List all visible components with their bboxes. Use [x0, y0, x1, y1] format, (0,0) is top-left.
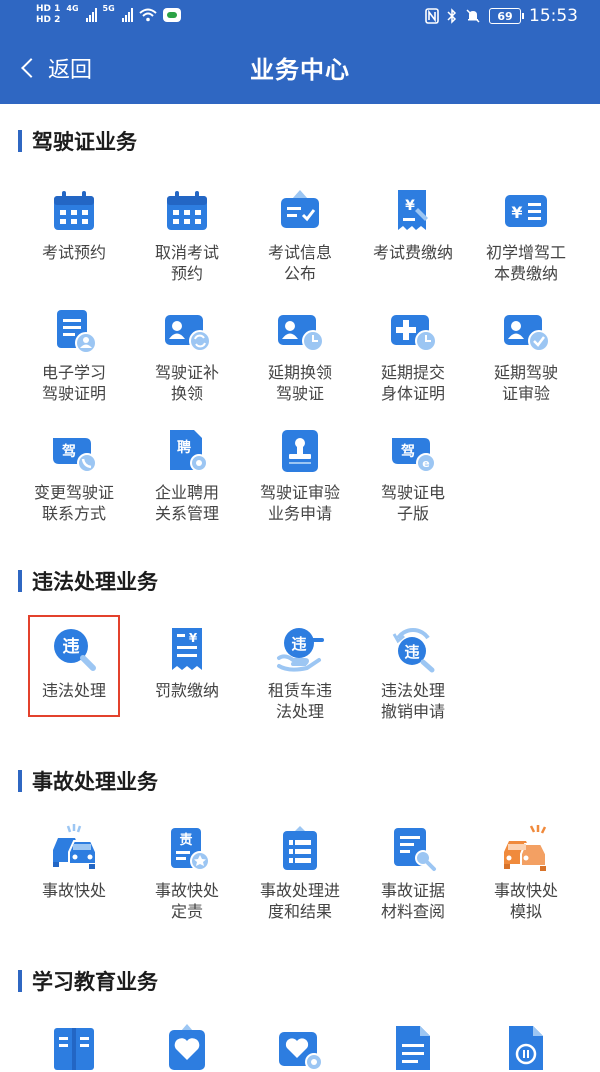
- item-exam-info[interactable]: 考试信息 公布: [244, 186, 356, 284]
- section-title-violation: 违法处理业务: [18, 566, 158, 596]
- document-pause-icon: [501, 1022, 551, 1072]
- calendar-icon: [49, 186, 99, 236]
- status-bar: HD 1 HD 2 4G 5G 69 15:53: [0, 0, 600, 36]
- item-e-learning-proof[interactable]: 电子学习 驾驶证明: [18, 306, 130, 404]
- item-quick-accident[interactable]: 事故快处: [18, 824, 130, 901]
- section-title-accident: 事故处理业务: [18, 766, 158, 796]
- document-user-icon: [49, 306, 99, 356]
- receipt-yuan-icon: [388, 186, 438, 236]
- signal-icon: [121, 8, 133, 22]
- section-title-education: 学习教育业务: [18, 966, 158, 996]
- item-delay-renewal[interactable]: 延期换领 驾驶证: [244, 306, 356, 404]
- item-exam-booking[interactable]: 考试预约: [18, 186, 130, 263]
- item-exam-fee[interactable]: 考试费缴纳: [357, 186, 469, 263]
- hd-indicator: HD 1 HD 2: [36, 4, 61, 25]
- progress-list-icon: [275, 824, 325, 874]
- item-electronic-license[interactable]: 驾驶证电 子版: [357, 426, 469, 524]
- clock: 15:53: [529, 6, 578, 26]
- section-title-license: 驾驶证业务: [18, 126, 137, 156]
- id-card-check-icon: [501, 306, 551, 356]
- item-education-4[interactable]: [357, 1022, 469, 1072]
- mute-bell-icon: [466, 9, 480, 23]
- violation-search-icon: [49, 624, 99, 674]
- item-change-contact[interactable]: 变更驾驶证 联系方式: [18, 426, 130, 524]
- item-cancel-exam[interactable]: 取消考试 预约: [131, 186, 243, 284]
- signal-icon: [85, 8, 97, 22]
- stamp-document-icon: [275, 426, 325, 476]
- document-lines-icon: [388, 1022, 438, 1072]
- heart-badge-icon: [162, 1022, 212, 1072]
- header: HD 1 HD 2 4G 5G 69 15:53 返回 业务中心: [0, 0, 600, 104]
- item-license-replace[interactable]: 驾驶证补 换领: [131, 306, 243, 404]
- fee-card-icon: [501, 186, 551, 236]
- item-violation-revoke[interactable]: 违法处理 撤销申请: [357, 624, 469, 722]
- item-education-2[interactable]: [131, 1022, 243, 1072]
- violation-undo-icon: [388, 624, 438, 674]
- car-crash-orange-icon: [501, 824, 551, 874]
- bluetooth-icon: [447, 8, 457, 24]
- item-review-application[interactable]: 驾驶证审验 业务申请: [244, 426, 356, 524]
- network-type-2: 5G: [102, 4, 115, 13]
- item-education-3[interactable]: [244, 1022, 356, 1072]
- item-accident-simulation[interactable]: 事故快处 模拟: [470, 824, 582, 922]
- heart-gear-icon: [275, 1022, 325, 1072]
- clipboard-check-icon: [275, 186, 325, 236]
- fine-receipt-icon: [162, 624, 212, 674]
- item-learner-fee[interactable]: 初学增驾工 本费缴纳: [470, 186, 582, 284]
- wechat-icon: [162, 8, 181, 22]
- id-card-refresh-icon: [162, 306, 212, 356]
- item-delay-health-proof[interactable]: 延期提交 身体证明: [357, 306, 469, 404]
- responsibility-star-icon: [162, 824, 212, 874]
- item-quick-responsibility[interactable]: 事故快处 定责: [131, 824, 243, 922]
- calendar-icon: [162, 186, 212, 236]
- item-fine-payment[interactable]: 罚款缴纳: [131, 624, 243, 701]
- item-violation-handling[interactable]: 违法处理: [18, 624, 130, 701]
- page-title: 业务中心: [250, 56, 350, 84]
- item-education-1[interactable]: [18, 1022, 130, 1072]
- document-search-icon: [388, 824, 438, 874]
- item-accident-progress[interactable]: 事故处理进 度和结果: [244, 824, 356, 922]
- wifi-icon: [139, 8, 157, 22]
- item-employment-management[interactable]: 企业聘用 关系管理: [131, 426, 243, 524]
- electronic-license-icon: [388, 426, 438, 476]
- id-card-clock-icon: [275, 306, 325, 356]
- book-icon: [49, 1022, 99, 1072]
- rental-violation-icon: [275, 624, 325, 674]
- item-rental-violation[interactable]: 租赁车违 法处理: [244, 624, 356, 722]
- nfc-icon: [425, 8, 439, 24]
- item-education-5[interactable]: [470, 1022, 582, 1072]
- license-phone-icon: [49, 426, 99, 476]
- nav-bar: 返回 业务中心: [0, 36, 600, 104]
- hire-gear-icon: [162, 426, 212, 476]
- item-evidence-review[interactable]: 事故证据 材料查阅: [357, 824, 469, 922]
- network-type-1: 4G: [66, 4, 79, 13]
- item-delay-review[interactable]: 延期驾驶 证审验: [470, 306, 582, 404]
- car-crash-icon: [49, 824, 99, 874]
- battery-icon: 69: [489, 8, 524, 24]
- medical-clock-icon: [388, 306, 438, 356]
